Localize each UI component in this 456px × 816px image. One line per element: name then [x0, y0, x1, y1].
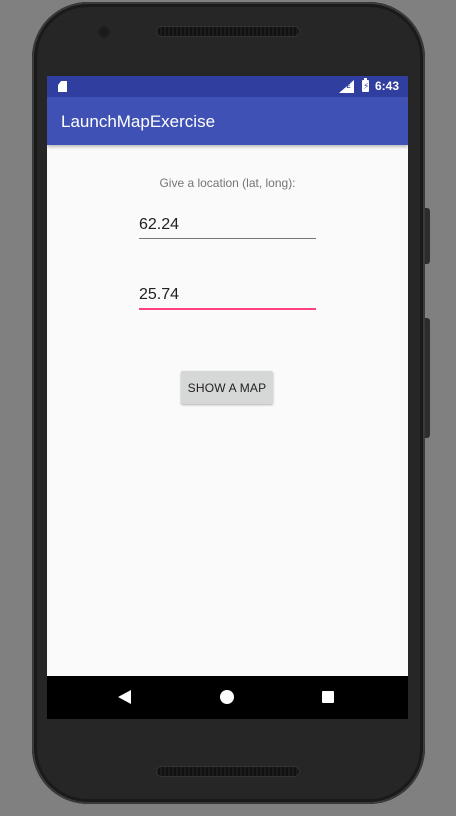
home-icon[interactable] — [220, 690, 234, 704]
sd-card-icon — [58, 81, 67, 92]
app-title: LaunchMapExercise — [61, 112, 216, 131]
top-speaker — [156, 26, 300, 37]
longitude-input[interactable] — [139, 282, 316, 310]
status-bar: LTE ⚡ 6:43 — [47, 76, 408, 97]
network-label: LTE — [340, 84, 351, 90]
device-screen: LTE ⚡ 6:43 LaunchMapExercise Give a loca… — [47, 76, 408, 719]
back-icon[interactable] — [118, 690, 131, 704]
power-button — [425, 318, 430, 438]
show-map-button[interactable]: SHOW A MAP — [181, 371, 273, 404]
app-bar: LaunchMapExercise — [47, 97, 408, 145]
location-prompt: Give a location (lat, long): — [159, 176, 296, 190]
volume-button — [425, 208, 430, 264]
battery-charging-icon: ⚡ — [362, 78, 370, 92]
bottom-speaker — [156, 766, 300, 777]
status-time: 6:43 — [375, 79, 400, 93]
latitude-input[interactable] — [139, 212, 316, 239]
recent-apps-icon[interactable] — [322, 691, 334, 703]
navigation-bar — [47, 676, 408, 719]
front-camera — [98, 26, 110, 38]
